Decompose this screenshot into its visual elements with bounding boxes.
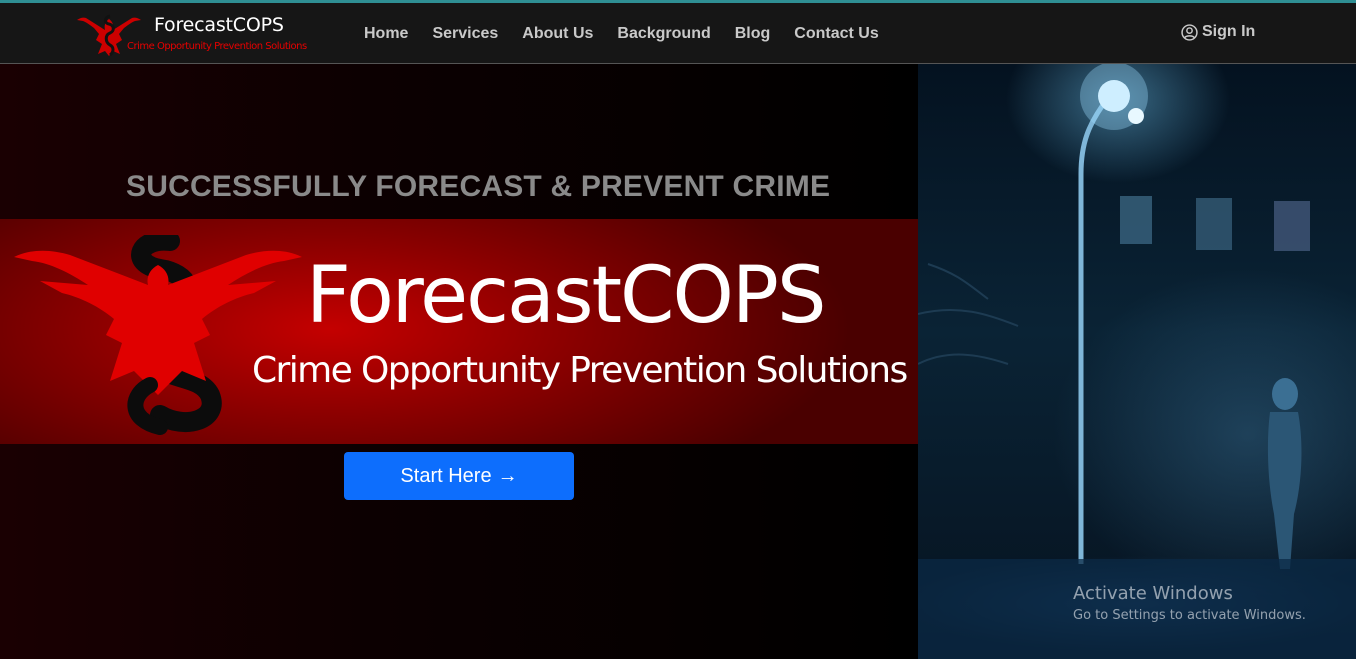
eagle-logo-icon bbox=[14, 235, 302, 435]
top-navbar: ForecastCOPS Crime Opportunity Preventio… bbox=[0, 0, 1356, 64]
watermark-subtitle: Go to Settings to activate Windows. bbox=[1073, 608, 1306, 623]
hero-brand-banner: ForecastCOPS Crime Opportunity Preventio… bbox=[0, 219, 918, 444]
brand-name: ForecastCOPS bbox=[154, 14, 284, 36]
nav-about-us[interactable]: About Us bbox=[522, 25, 593, 43]
start-here-button[interactable]: Start Here → bbox=[344, 452, 574, 500]
brand-tagline: Crime Opportunity Prevention Solutions bbox=[127, 41, 307, 52]
night-streetlight-photo bbox=[918, 64, 1356, 659]
nav-services[interactable]: Services bbox=[432, 25, 498, 43]
nav-blog[interactable]: Blog bbox=[735, 25, 771, 43]
start-here-label: Start Here bbox=[400, 464, 492, 487]
hero-headline: SUCCESSFULLY FORECAST & PREVENT CRIME bbox=[126, 170, 831, 203]
arrow-right-icon: → bbox=[497, 464, 518, 487]
activate-windows-watermark: Activate Windows Go to Settings to activ… bbox=[1073, 583, 1306, 623]
brand-logo-link[interactable]: ForecastCOPS Crime Opportunity Preventio… bbox=[74, 8, 334, 60]
nav-contact-us[interactable]: Contact Us bbox=[794, 25, 878, 43]
nav-background[interactable]: Background bbox=[617, 25, 710, 43]
main-nav: Home Services About Us Background Blog C… bbox=[364, 3, 903, 64]
user-circle-icon bbox=[1181, 23, 1198, 41]
sign-in-label: Sign In bbox=[1202, 23, 1256, 40]
sign-in-link[interactable]: Sign In bbox=[1181, 23, 1255, 41]
hero-section: SUCCESSFULLY FORECAST & PREVENT CRIME Fo… bbox=[0, 64, 1356, 659]
banner-title: ForecastCOPS bbox=[306, 251, 826, 341]
banner-subtitle: Crime Opportunity Prevention Solutions bbox=[252, 350, 908, 391]
watermark-title: Activate Windows bbox=[1073, 583, 1233, 604]
nav-home[interactable]: Home bbox=[364, 25, 408, 43]
